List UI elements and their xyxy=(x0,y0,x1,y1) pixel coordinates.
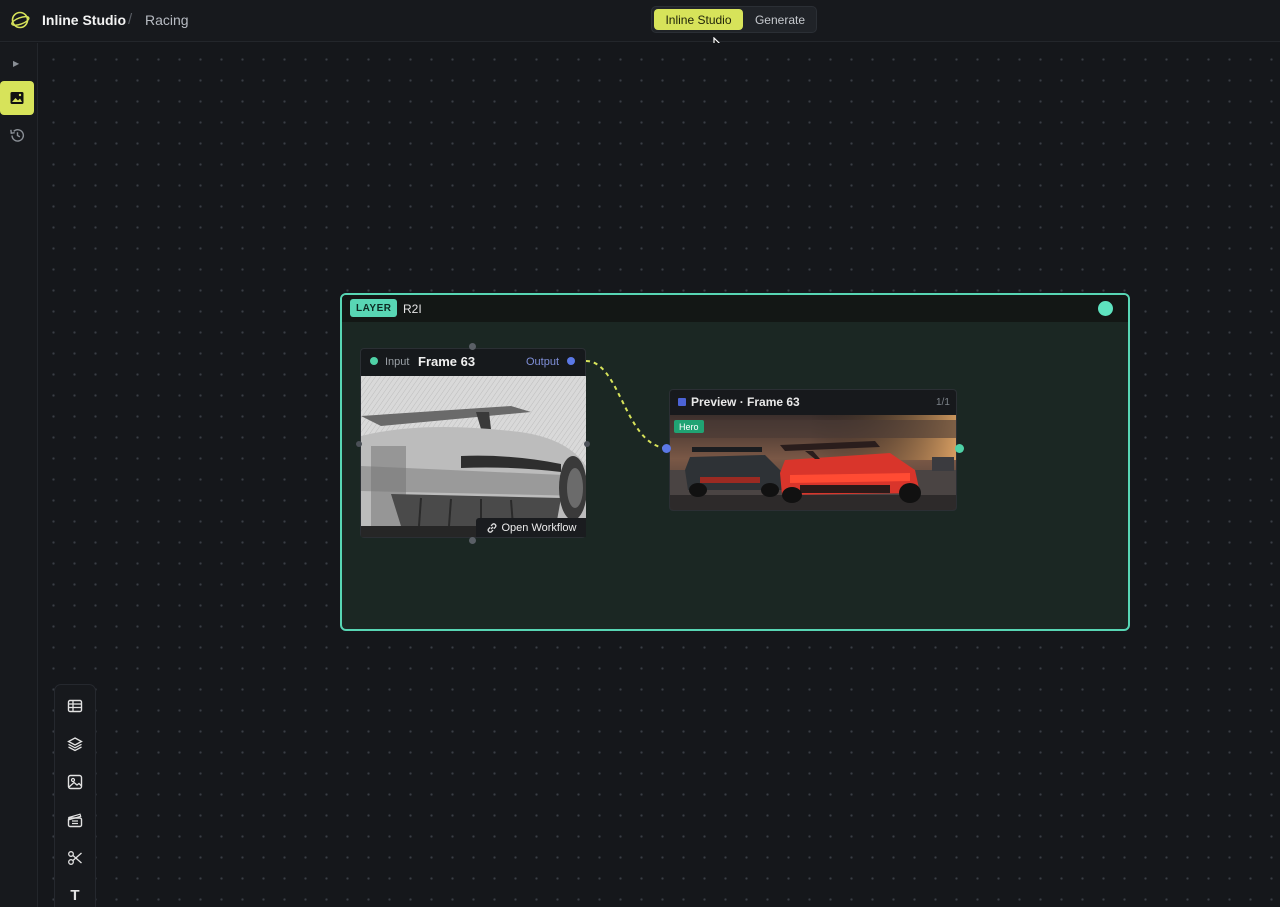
preview-node[interactable]: Preview · Frame 63 1/1 Hero xyxy=(669,389,957,511)
resize-handle-right[interactable] xyxy=(584,441,590,447)
preview-icon xyxy=(678,398,686,406)
text-tool[interactable]: T xyxy=(66,886,84,904)
preview-image[interactable] xyxy=(670,415,957,511)
layers-icon xyxy=(67,737,83,752)
table-icon xyxy=(67,699,83,713)
hero-badge: Hero xyxy=(674,420,704,433)
input-port[interactable] xyxy=(370,357,378,365)
open-workflow-button[interactable]: Open Workflow xyxy=(476,518,586,537)
breadcrumb-separator: / xyxy=(128,11,133,28)
preview-output-port[interactable] xyxy=(955,444,964,453)
layer-badge: LAYER xyxy=(350,299,398,317)
image-tool[interactable] xyxy=(66,773,84,791)
top-bar: Inline Studio / Racing Inline Studio Gen… xyxy=(0,0,1280,42)
video-tool[interactable] xyxy=(66,811,84,829)
app-title[interactable]: Inline Studio xyxy=(42,12,126,28)
layers-tool[interactable] xyxy=(66,735,84,753)
generate-tab[interactable]: Generate xyxy=(745,9,815,30)
image-icon xyxy=(10,92,24,104)
layer-status-dot[interactable] xyxy=(1098,301,1113,316)
app-logo-icon[interactable] xyxy=(10,10,30,30)
layer-name[interactable]: R2I xyxy=(403,302,422,316)
image-icon xyxy=(67,774,83,790)
preview-title: Preview · Frame 63 xyxy=(691,395,800,409)
cut-tool[interactable] xyxy=(66,849,84,867)
preview-input-port[interactable] xyxy=(662,444,671,453)
expand-icon[interactable]: ▶ xyxy=(13,59,19,68)
output-port[interactable] xyxy=(567,357,575,365)
tool-palette: T xyxy=(54,684,96,907)
history-icon[interactable] xyxy=(9,127,26,144)
resize-handle-bottom[interactable] xyxy=(469,537,476,544)
resize-handle-left[interactable] xyxy=(356,441,362,447)
inline-studio-tab[interactable]: Inline Studio xyxy=(654,9,743,30)
scissors-icon xyxy=(68,851,82,865)
mode-toggle: Inline Studio Generate xyxy=(651,6,817,33)
rail-images-button[interactable] xyxy=(0,81,34,115)
open-workflow-label: Open Workflow xyxy=(501,521,577,534)
clapperboard-icon xyxy=(67,813,83,828)
preview-count: 1/1 xyxy=(936,397,950,408)
output-label: Output xyxy=(526,356,560,368)
left-rail: ▶ xyxy=(0,43,38,907)
link-icon xyxy=(487,522,496,533)
input-node[interactable]: Input Frame 63 Output Open Workflow xyxy=(360,348,586,538)
layer-header: LAYER R2I xyxy=(342,295,1128,322)
input-label: Input xyxy=(385,356,410,368)
resize-handle-top[interactable] xyxy=(469,343,476,350)
connection-wire xyxy=(585,360,667,449)
breadcrumb-racing[interactable]: Racing xyxy=(145,12,189,28)
sketch-image xyxy=(361,376,586,537)
input-node-title: Frame 63 xyxy=(418,354,476,369)
table-tool[interactable] xyxy=(66,697,84,715)
